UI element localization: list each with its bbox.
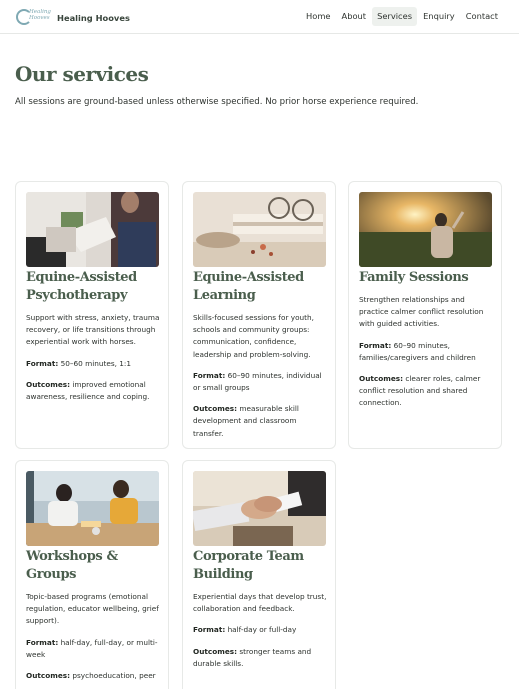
card-title: Equine-Assisted Psychotherapy	[26, 270, 137, 303]
sunset-field-photo	[359, 192, 492, 267]
card-outcomes: Outcomes: stronger teams and durable ski…	[193, 646, 312, 668]
brand-link[interactable]: Healing Hooves Healing Hooves	[16, 8, 130, 27]
service-card-corporate: Corporate Team Building Experiential day…	[182, 460, 336, 689]
card-format: Format: 60–90 minutes, individual or sma…	[193, 370, 322, 393]
workshop-group-photo	[26, 471, 159, 546]
card-title: Corporate Team Building	[193, 549, 304, 582]
therapy-session-photo	[26, 192, 159, 267]
card-outcomes: Outcomes: clearer roles, calmer conflict…	[359, 374, 481, 408]
service-card-family: Family Sessions Strengthen relationships…	[348, 181, 502, 449]
logo-text: Healing Hooves	[29, 9, 51, 21]
page-intro: All sessions are ground-based unless oth…	[15, 97, 419, 107]
card-format: Format: 60–90 minutes, families/caregive…	[359, 340, 476, 362]
card-outcomes: Outcomes: psychoeducation, peer	[26, 671, 156, 681]
card-body: Topic-based programs (emotional regulati…	[26, 591, 161, 689]
service-card-psychotherapy: Equine-Assisted Psychotherapy Support wi…	[15, 181, 169, 449]
nav-item-services[interactable]: Services	[372, 7, 418, 26]
card-description: Experiential days that develop trust, co…	[193, 592, 327, 614]
nav-item-home[interactable]: Home	[301, 7, 336, 26]
nav-item-enquiry[interactable]: Enquiry	[418, 7, 460, 26]
card-format: Format: 50–60 minutes, 1:1	[26, 358, 132, 368]
card-title: Family Sessions	[359, 270, 469, 285]
service-card-learning: Equine-Assisted Learning Skills-focused …	[182, 181, 336, 449]
card-format: Format: half-day or full-day	[193, 625, 297, 635]
card-description: Topic-based programs (emotional regulati…	[26, 592, 159, 626]
card-body: Support with stress, anxiety, trauma rec…	[26, 312, 161, 412]
page-title: Our services	[15, 62, 149, 86]
healing-hooves-logo: Healing Hooves	[16, 8, 52, 27]
card-outcomes: Outcomes: measurable skill development a…	[193, 404, 299, 438]
books-and-glasses-photo	[193, 192, 326, 267]
service-card-workshops: Workshops & Groups Topic-based programs …	[15, 460, 169, 689]
card-description: Support with stress, anxiety, trauma rec…	[26, 313, 160, 347]
card-body: Experiential days that develop trust, co…	[193, 591, 328, 679]
card-title: Workshops & Groups	[26, 549, 118, 582]
card-format: Format: half-day, full-day, or multi-wee…	[26, 637, 158, 659]
handshake-photo	[193, 471, 326, 546]
card-body: Strengthen relationships and practice ca…	[359, 294, 494, 419]
top-navigation-bar: Healing Hooves Healing Hooves Home About…	[0, 0, 519, 34]
card-description: Skills-focused sessions for youth, schoo…	[193, 313, 314, 359]
main-nav: Home About Services Enquiry Contact	[300, 7, 503, 26]
card-outcomes: Outcomes: improved emotional awareness, …	[26, 379, 150, 402]
card-title: Equine-Assisted Learning	[193, 270, 304, 303]
card-body: Skills-focused sessions for youth, schoo…	[193, 312, 328, 449]
brand-name: Healing Hooves	[57, 12, 130, 23]
nav-item-contact[interactable]: Contact	[461, 7, 503, 26]
nav-item-about[interactable]: About	[337, 7, 372, 26]
card-description: Strengthen relationships and practice ca…	[359, 295, 484, 329]
